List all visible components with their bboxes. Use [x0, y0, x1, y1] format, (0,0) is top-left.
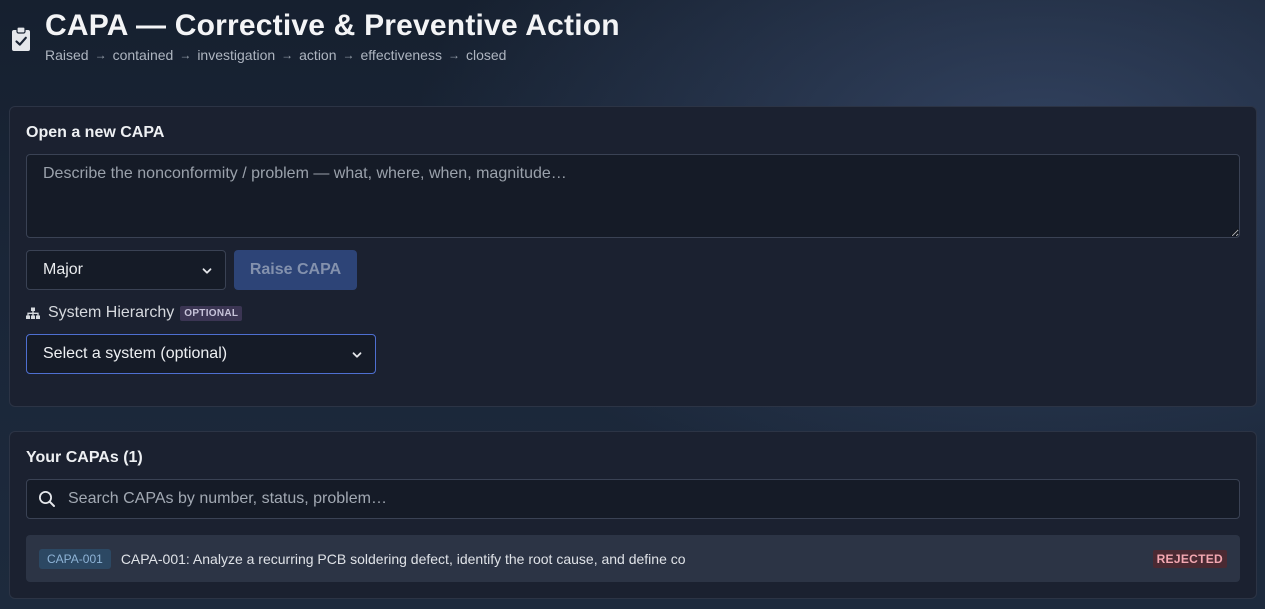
search-icon [39, 491, 55, 507]
workflow-step: action [299, 47, 337, 63]
workflow-step: investigation [197, 47, 276, 63]
workflow-steps: Raised → contained → investigation → act… [45, 47, 620, 63]
chevron-down-icon [202, 268, 212, 274]
workflow-step: effectiveness [360, 47, 442, 63]
capa-search-input[interactable] [68, 490, 1218, 508]
system-select-value: Select a system (optional) [43, 345, 228, 362]
system-select[interactable]: Select a system (optional) [26, 334, 376, 374]
arrow-icon: → [281, 48, 294, 62]
capa-search-box[interactable] [26, 479, 1240, 519]
workflow-step: closed [465, 47, 507, 63]
arrow-icon: → [447, 48, 460, 62]
hierarchy-icon [26, 307, 40, 319]
capa-id-badge: CAPA-001 [39, 548, 111, 569]
new-capa-heading: Open a new CAPA [26, 124, 165, 141]
problem-description-input[interactable] [26, 154, 1240, 238]
arrow-icon: → [94, 48, 107, 62]
status-badge: REJECTED [1152, 549, 1227, 568]
page-header: CAPA — Corrective & Preventive Action Ra… [11, 8, 620, 63]
capa-title: CAPA-001: Analyze a recurring PCB solder… [120, 550, 686, 567]
arrow-icon: → [179, 48, 192, 62]
severity-value: Major [43, 261, 84, 278]
page-title: CAPA — Corrective & Preventive Action [45, 9, 620, 42]
workflow-step: Raised [45, 47, 89, 63]
raise-capa-button[interactable]: Raise CAPA [234, 250, 357, 290]
capa-list-item[interactable]: CAPA-001 CAPA-001: Analyze a recurring P… [26, 535, 1240, 582]
severity-select[interactable]: Major [26, 250, 226, 290]
new-capa-card: Open a new CAPA Major Raise CAPA System … [9, 106, 1257, 407]
hierarchy-label-text: System Hierarchy [48, 304, 175, 321]
arrow-icon: → [342, 48, 355, 62]
capa-list-card: Your CAPAs (1) CAPA-001 CAPA-001: Analyz… [9, 431, 1257, 599]
clipboard-check-icon [12, 26, 30, 51]
capa-list-heading: Your CAPAs (1) [26, 449, 143, 466]
optional-badge: OPTIONAL [180, 305, 243, 321]
system-hierarchy-label: System Hierarchy OPTIONAL [26, 304, 243, 322]
chevron-down-icon [352, 352, 362, 358]
workflow-step: contained [112, 47, 174, 63]
